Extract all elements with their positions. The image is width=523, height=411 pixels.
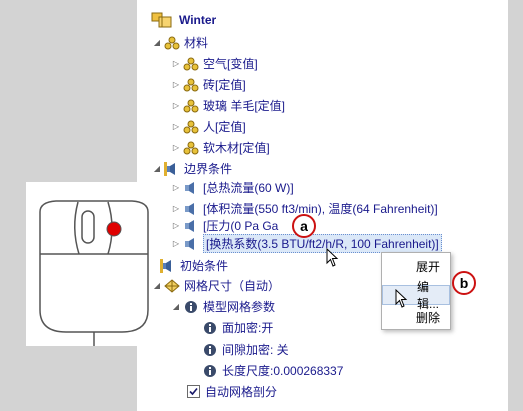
param-label: 长度尺度:0.000268337 <box>222 364 344 378</box>
material-label: 空气[变值] <box>203 57 258 71</box>
tree-material-item[interactable]: ▷ 软木材[定值] <box>170 138 270 157</box>
materials-label: 材料 <box>184 36 209 50</box>
boundary-item-label: [总热流量(60 W)] <box>203 181 294 195</box>
boundary-item-label: [换热系数(3.5 BTU/ft2/h/R, 100 Fahrenheit)] <box>203 234 442 253</box>
collapse-arrow-icon[interactable]: ◢ <box>151 38 163 47</box>
material-icon <box>182 119 200 135</box>
tree-node-materials[interactable]: ◢ 材料 <box>151 33 208 52</box>
material-icon <box>182 56 200 72</box>
auto-mesh-label: 自动网格剖分 <box>205 385 278 399</box>
tree-boundary-item[interactable]: ▷ [总热流量(60 W)] <box>170 178 294 197</box>
mouse-cursor-icon <box>326 248 339 267</box>
expand-arrow-icon[interactable]: ▷ <box>170 80 182 89</box>
speaker-boundary-icon <box>159 258 177 274</box>
menu-item-delete[interactable]: 删除 <box>382 307 450 327</box>
collapse-arrow-icon[interactable]: ◢ <box>170 302 182 311</box>
expand-arrow-icon[interactable]: ▷ <box>170 59 182 68</box>
material-label: 人[定值] <box>203 120 246 134</box>
boundary-item-label: [压力(0 Pa Ga <box>203 219 279 233</box>
speaker-icon <box>182 236 200 252</box>
mesh-icon <box>163 278 181 294</box>
tree-auto-mesh[interactable]: 自动网格剖分 <box>184 382 277 401</box>
tree-node-boundary-conditions[interactable]: ◢ 边界条件 <box>151 159 232 178</box>
tree-param-item[interactable]: 间隙加密: 关 <box>201 340 289 359</box>
material-icon <box>182 77 200 93</box>
param-label: 面加密:开 <box>222 321 274 335</box>
tree-node-mesh-size[interactable]: ◢ 网格尺寸（自动） <box>151 276 280 295</box>
info-icon <box>201 363 219 379</box>
material-icon <box>182 98 200 114</box>
info-icon <box>201 320 219 336</box>
mouse-cursor-icon <box>395 289 408 308</box>
materials-icon <box>163 35 181 51</box>
callout-a: a <box>292 214 316 238</box>
tree-material-item[interactable]: ▷ 砖[定值] <box>170 75 246 94</box>
expand-arrow-icon[interactable]: ▷ <box>170 204 182 213</box>
scenario-icon <box>150 12 176 28</box>
tree-param-item[interactable]: 面加密:开 <box>201 318 273 337</box>
tree-node-model-params[interactable]: ◢ 模型网格参数 <box>170 297 275 316</box>
context-menu: 展开 编辑... 删除 <box>381 252 451 330</box>
model-tree: Winter ◢ 材料 ▷ 空气[变值] ▷ 砖[定值] ▷ 玻璃 羊毛[定值]… <box>137 0 508 411</box>
speaker-boundary-icon <box>163 161 181 177</box>
right-gray-panel <box>508 0 523 411</box>
collapse-arrow-icon[interactable]: ◢ <box>151 281 163 290</box>
boundary-label: 边界条件 <box>184 162 233 176</box>
tree-param-item[interactable]: 长度尺度:0.000268337 <box>201 361 343 380</box>
expand-arrow-icon[interactable]: ▷ <box>170 239 182 248</box>
speaker-icon <box>182 201 200 217</box>
tree-material-item[interactable]: ▷ 人[定值] <box>170 117 246 136</box>
checkbox-checked-icon[interactable] <box>184 384 202 400</box>
material-icon <box>182 140 200 156</box>
menu-item-expand[interactable]: 展开 <box>382 256 450 276</box>
tree-material-item[interactable]: ▷ 空气[变值] <box>170 54 258 73</box>
expand-arrow-icon[interactable]: ▷ <box>170 183 182 192</box>
tree-material-item[interactable]: ▷ 玻璃 羊毛[定值] <box>170 96 285 115</box>
material-label: 软木材[定值] <box>203 141 270 155</box>
mesh-label: 网格尺寸（自动） <box>184 279 281 293</box>
expand-arrow-icon[interactable]: ▷ <box>170 143 182 152</box>
info-icon <box>182 299 200 315</box>
initial-label: 初始条件 <box>180 259 229 273</box>
expand-arrow-icon[interactable]: ▷ <box>170 122 182 131</box>
param-label: 间隙加密: 关 <box>222 343 289 357</box>
callout-b: b <box>452 271 476 295</box>
boundary-item-label: [体积流量(550 ft3/min), 温度(64 Fahrenheit)] <box>203 202 438 216</box>
expand-arrow-icon[interactable]: ▷ <box>170 221 182 230</box>
root-label: Winter <box>179 12 217 27</box>
expand-arrow-icon[interactable]: ▷ <box>170 101 182 110</box>
tree-node-initial-conditions[interactable]: 初始条件 <box>159 256 228 275</box>
material-label: 砖[定值] <box>203 78 246 92</box>
speaker-icon <box>182 180 200 196</box>
tree-root-winter[interactable]: Winter <box>150 10 216 29</box>
collapse-arrow-icon[interactable]: ◢ <box>151 164 163 173</box>
material-label: 玻璃 羊毛[定值] <box>203 99 286 113</box>
tree-boundary-item[interactable]: ▷ [压力(0 Pa Ga <box>170 216 278 235</box>
info-icon <box>201 342 219 358</box>
speaker-icon <box>182 218 200 234</box>
model-params-label: 模型网格参数 <box>203 300 276 314</box>
menu-item-edit[interactable]: 编辑... <box>382 280 450 311</box>
